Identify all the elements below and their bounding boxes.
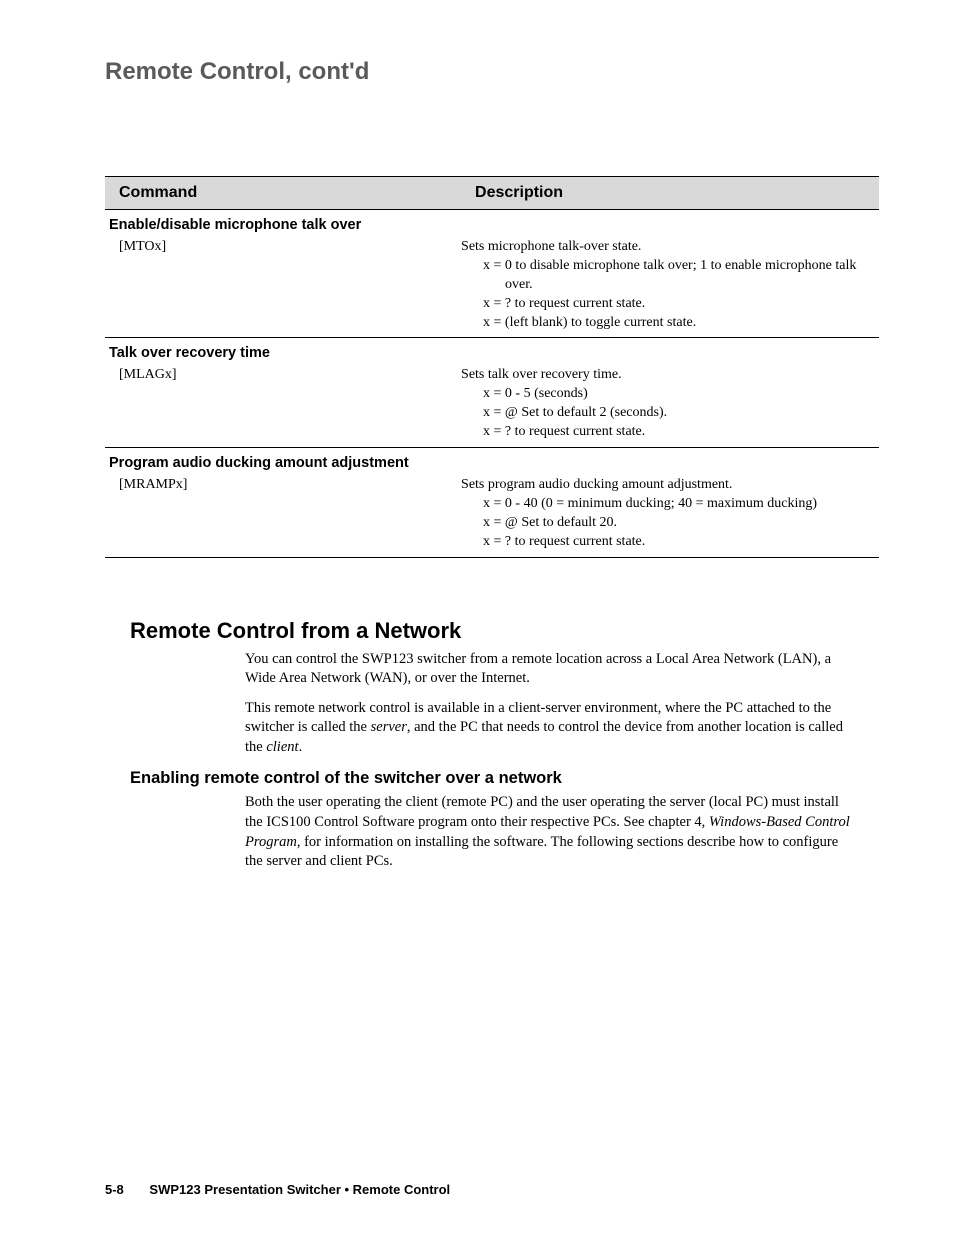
footer-title: SWP123 Presentation Switcher • Remote Co… xyxy=(149,1182,450,1197)
section-title-text: Program audio ducking amount adjustment xyxy=(105,448,879,475)
col-header-description: Description xyxy=(461,177,879,210)
x-line: x = ? to request current state. xyxy=(483,295,869,314)
table-row: [MLAGx] Sets talk over recovery time. x … xyxy=(105,364,879,447)
text-run: . xyxy=(299,739,303,755)
page-header-title: Remote Control, cont'd xyxy=(105,58,879,86)
table-row: [MRAMPx] Sets program audio ducking amou… xyxy=(105,474,879,557)
x-line: x = 0 - 40 (0 = minimum ducking; 40 = ma… xyxy=(483,495,869,514)
table-header-row: Command Description xyxy=(105,177,879,210)
italic-term-client: client xyxy=(266,739,298,755)
x-line: x = @ Set to default 20. xyxy=(483,514,869,533)
section-title-text: Talk over recovery time xyxy=(105,338,879,365)
description-cell: Sets microphone talk-over state. x = 0 t… xyxy=(461,236,879,337)
desc-lead: Sets program audio ducking amount adjust… xyxy=(461,476,869,495)
section-divider xyxy=(105,557,879,558)
section-title-text: Enable/disable microphone talk over xyxy=(105,210,879,237)
command-table: Command Description Enable/disable micro… xyxy=(105,176,879,558)
x-line: x = @ Set to default 2 (seconds). xyxy=(483,404,869,423)
x-line: x = 0 - 5 (seconds) xyxy=(483,385,869,404)
command-cell: [MTOx] xyxy=(105,236,461,337)
x-line: x = ? to request current state. xyxy=(483,533,869,552)
col-header-command: Command xyxy=(105,177,461,210)
command-cell: [MLAGx] xyxy=(105,364,461,447)
page-footer: 5-8 SWP123 Presentation Switcher • Remot… xyxy=(105,1182,450,1197)
x-line: x = ? to request current state. xyxy=(483,423,869,442)
desc-lead: Sets microphone talk-over state. xyxy=(461,238,869,257)
table-row: [MTOx] Sets microphone talk-over state. … xyxy=(105,236,879,337)
table-section-title: Enable/disable microphone talk over xyxy=(105,210,879,237)
page-number: 5-8 xyxy=(105,1182,124,1197)
text-run: , for information on installing the soft… xyxy=(245,834,838,870)
description-cell: Sets talk over recovery time. x = 0 - 5 … xyxy=(461,364,879,447)
body-paragraph: This remote network control is available… xyxy=(245,699,879,758)
desc-lead: Sets talk over recovery time. xyxy=(461,366,869,385)
section-heading-remote-network: Remote Control from a Network xyxy=(130,618,879,644)
subsection-heading-enabling: Enabling remote control of the switcher … xyxy=(130,769,879,788)
table-section-title: Talk over recovery time xyxy=(105,338,879,365)
description-cell: Sets program audio ducking amount adjust… xyxy=(461,474,879,557)
command-cell: [MRAMPx] xyxy=(105,474,461,557)
italic-term-server: server xyxy=(371,719,407,735)
x-line: x = 0 to disable microphone talk over; 1… xyxy=(483,257,869,295)
body-paragraph: You can control the SWP123 switcher from… xyxy=(245,650,879,689)
x-line: x = (left blank) to toggle current state… xyxy=(483,314,869,333)
table-section-title: Program audio ducking amount adjustment xyxy=(105,448,879,475)
body-paragraph: Both the user operating the client (remo… xyxy=(245,793,879,871)
